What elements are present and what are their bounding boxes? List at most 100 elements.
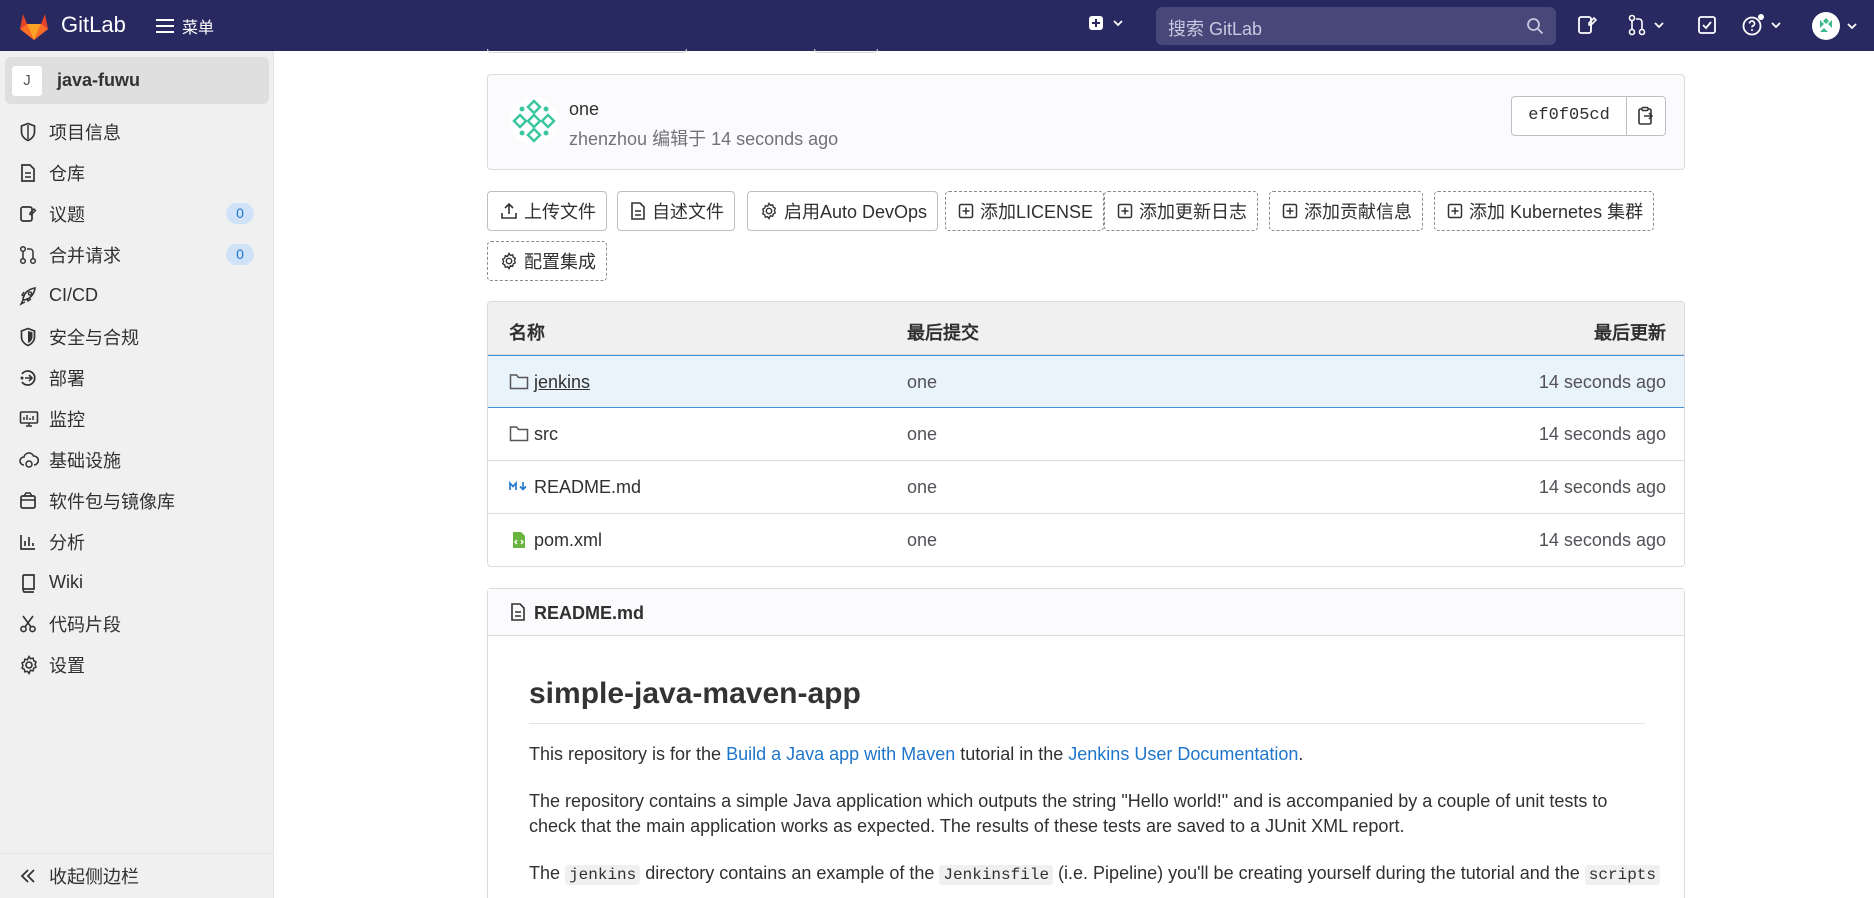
commit-title[interactable]: one — [569, 99, 599, 120]
last-updated: 14 seconds ago — [1538, 530, 1666, 550]
sidebar-item-label: 设置 — [49, 655, 85, 676]
sidebar-item-project-info[interactable]: 项目信息 — [0, 111, 274, 152]
button-label: 上传文件 — [524, 202, 596, 222]
sidebar-item-label: 代码片段 — [49, 614, 121, 635]
inline-code: Jenkinsfile — [939, 865, 1054, 885]
inline-code: jenkins — [565, 865, 641, 885]
button-label: 启用Auto DevOps — [784, 202, 928, 222]
menu-button[interactable]: 菜单 — [156, 14, 214, 38]
package-icon — [20, 491, 36, 509]
commit-sha[interactable]: ef0f05cd — [1511, 96, 1627, 136]
rocket-icon — [19, 286, 36, 306]
sidebar-item-label: 部署 — [49, 368, 85, 389]
merge-request-icon — [1628, 14, 1646, 36]
text: The — [529, 863, 566, 883]
sidebar-item-settings[interactable]: 设置 — [0, 644, 274, 685]
help-menu[interactable] — [1742, 14, 1782, 36]
table-row[interactable]: src one 14 seconds ago — [488, 408, 1684, 461]
sidebar-item-wiki[interactable]: Wiki — [0, 562, 274, 603]
last-commit-link[interactable]: one — [907, 477, 937, 498]
search-placeholder: 搜索 GitLab — [1168, 19, 1263, 39]
sidebar-item-snippets[interactable]: 代码片段 — [0, 603, 274, 644]
copy-sha-button[interactable] — [1626, 96, 1666, 136]
sidebar-item-infrastructure[interactable]: 基础设施 — [0, 439, 274, 480]
upload-file-button[interactable]: 上传文件 — [487, 191, 607, 231]
merge-request-icon — [19, 245, 37, 264]
jenkins-docs-link[interactable]: Jenkins User Documentation — [1068, 744, 1298, 764]
sidebar-item-monitor[interactable]: 监控 — [0, 398, 274, 439]
gear-icon — [501, 252, 517, 270]
chevron-down-icon — [1654, 22, 1664, 29]
table-header: 名称 最后提交 最后更新 — [488, 302, 1684, 355]
brand-name[interactable]: GitLab — [61, 12, 126, 38]
collapse-sidebar-button[interactable]: 收起侧边栏 — [0, 853, 274, 898]
chevron-down-icon — [1771, 22, 1781, 29]
avatar — [1812, 12, 1840, 40]
last-commit-link[interactable]: one — [907, 530, 937, 551]
sidebar-item-label: 监控 — [49, 409, 85, 430]
create-new-button[interactable] — [1088, 15, 1124, 31]
configure-integrations-button[interactable]: 配置集成 — [487, 241, 607, 281]
readme-button[interactable]: 自述文件 — [617, 191, 735, 231]
sidebar-item-deployments[interactable]: 部署 — [0, 357, 274, 398]
file-name-link[interactable]: jenkins — [534, 372, 590, 393]
add-license-button[interactable]: 添加LICENSE — [945, 191, 1105, 231]
plus-square-icon — [958, 203, 974, 219]
column-header-name: 名称 — [509, 323, 545, 343]
scrolled-off-element — [487, 49, 687, 53]
last-updated: 14 seconds ago — [1538, 477, 1666, 497]
enable-auto-devops-button[interactable]: 启用Auto DevOps — [747, 191, 939, 231]
text: tutorial in the — [955, 744, 1069, 764]
commit-author-avatar[interactable] — [510, 97, 558, 145]
gitlab-logo-icon[interactable] — [18, 11, 50, 41]
add-changelog-button[interactable]: 添加更新日志 — [1104, 191, 1258, 231]
sidebar-item-label: 安全与合规 — [49, 327, 139, 348]
gear-icon — [21, 654, 37, 675]
sidebar-item-merge-requests[interactable]: 合并请求 0 — [0, 234, 274, 275]
last-commit-link[interactable]: one — [907, 424, 937, 445]
double-chevron-left-icon — [20, 869, 35, 883]
column-header-last-commit: 最后提交 — [907, 323, 979, 343]
sidebar-item-repository[interactable]: 仓库 — [0, 152, 274, 193]
sidebar-item-label: CI/CD — [49, 285, 98, 305]
last-commit-link[interactable]: one — [907, 372, 937, 393]
folder-icon — [509, 426, 529, 442]
sidebar-item-security[interactable]: 安全与合规 — [0, 316, 274, 357]
build-java-app-link[interactable]: Build a Java app with Maven — [726, 744, 955, 764]
sidebar-item-label: 合并请求 — [49, 245, 121, 266]
search-input[interactable]: 搜索 GitLab — [1156, 7, 1556, 45]
table-row[interactable]: jenkins one 14 seconds ago — [488, 355, 1684, 408]
readme-panel: README.md simple-java-maven-app This rep… — [487, 588, 1685, 898]
markdown-icon — [509, 480, 527, 491]
collapse-sidebar-label: 收起侧边栏 — [49, 867, 139, 887]
sidebar-item-label: 分析 — [49, 532, 85, 553]
sidebar-item-cicd[interactable]: CI/CD — [0, 275, 274, 316]
sidebar-item-issues[interactable]: 议题 0 — [0, 193, 274, 234]
merge-requests-menu[interactable] — [1627, 14, 1665, 36]
table-row[interactable]: README.md one 14 seconds ago — [488, 461, 1684, 514]
monitor-icon — [19, 410, 39, 427]
sidebar-item-label: 软件包与镜像库 — [49, 491, 175, 512]
plus-square-icon — [1282, 203, 1298, 219]
todo-icon[interactable] — [1697, 14, 1717, 36]
search-icon — [1527, 18, 1544, 35]
column-header-last-update: 最后更新 — [1594, 323, 1666, 343]
info-icon — [20, 122, 36, 141]
add-contributing-button[interactable]: 添加贡献信息 — [1269, 191, 1423, 231]
user-menu[interactable] — [1812, 12, 1858, 40]
add-kubernetes-cluster-button[interactable]: 添加 Kubernetes 集群 — [1434, 191, 1655, 231]
table-row[interactable]: pom.xml one 14 seconds ago — [488, 514, 1684, 566]
sidebar-item-packages[interactable]: 软件包与镜像库 — [0, 480, 274, 521]
button-label: 添加LICENSE — [980, 202, 1094, 222]
issues-icon[interactable] — [1577, 14, 1597, 36]
text: directory contains an example of the — [640, 863, 940, 883]
book-icon — [22, 573, 35, 593]
plus-square-icon — [1089, 16, 1103, 30]
sidebar-project-header[interactable]: J java-fuwu — [5, 57, 269, 104]
file-name-link[interactable]: pom.xml — [534, 530, 602, 551]
file-name-link[interactable]: README.md — [534, 477, 641, 498]
sidebar-item-analytics[interactable]: 分析 — [0, 521, 274, 562]
shield-icon — [20, 327, 36, 346]
file-name-link[interactable]: src — [534, 424, 558, 445]
chart-icon — [20, 534, 35, 550]
